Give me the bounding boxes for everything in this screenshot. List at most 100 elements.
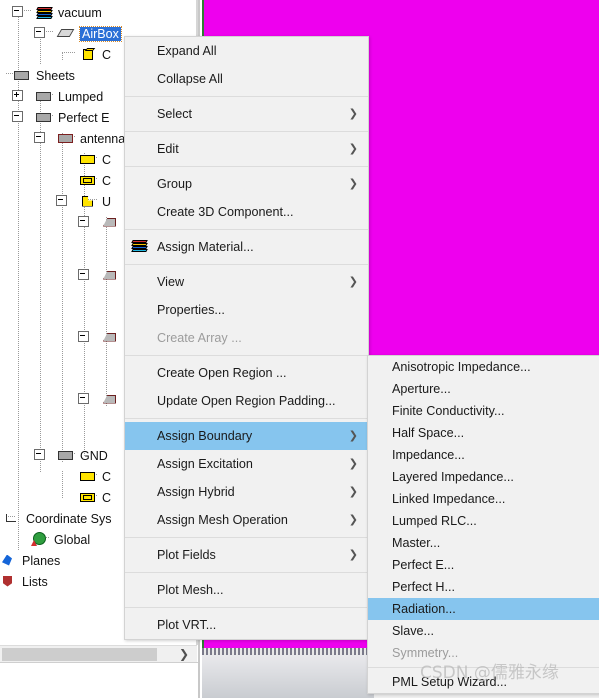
tree-item-planes[interactable]: Planes xyxy=(0,550,60,571)
axes-icon xyxy=(4,512,21,526)
tree-item-lumped[interactable]: Lumped xyxy=(36,86,103,107)
chevron-right-icon: ❯ xyxy=(348,178,358,190)
tree-toggle-solid-2[interactable] xyxy=(78,269,89,280)
menu-item-update-open-region-padding[interactable]: Update Open Region Padding... xyxy=(125,387,368,415)
tree-toggle-solid-1[interactable] xyxy=(78,216,89,227)
scroll-right-arrow[interactable]: ❯ xyxy=(179,647,189,661)
tree-item-label: C xyxy=(102,173,112,188)
tree-item-lists[interactable]: Lists xyxy=(0,571,48,592)
tree-item-gnd-child-1[interactable]: C xyxy=(80,466,111,487)
tree-toggle-perfect-e[interactable] xyxy=(12,111,23,122)
menu-item-assign-excitation[interactable]: Assign Excitation ❯ xyxy=(125,450,368,478)
solid-object-icon xyxy=(102,269,119,283)
menu-item-select[interactable]: Select ❯ xyxy=(125,100,368,128)
submenu-item-label: Symmetry... xyxy=(392,646,459,660)
tree-item-airbox-child[interactable]: C xyxy=(80,44,111,65)
submenu-item-label: Master... xyxy=(392,536,441,550)
scrollbar-thumb[interactable] xyxy=(2,648,157,661)
menu-item-label: Edit xyxy=(157,142,179,156)
solid-object-icon xyxy=(102,331,119,345)
tree-item-solid-4[interactable] xyxy=(102,389,124,410)
assign-boundary-submenu[interactable]: Anisotropic Impedance... Aperture... Fin… xyxy=(367,355,599,694)
tree-item-perfect-e[interactable]: Perfect E xyxy=(36,107,109,128)
menu-item-label: Assign Excitation xyxy=(157,457,253,471)
tree-item-label: C xyxy=(102,47,112,62)
chevron-right-icon: ❯ xyxy=(348,430,358,442)
submenu-item-label: Finite Conductivity... xyxy=(392,404,505,418)
submenu-item-master[interactable]: Master... xyxy=(368,532,599,554)
menu-item-plot-mesh[interactable]: Plot Mesh... xyxy=(125,576,368,604)
tree-item-label: Lumped xyxy=(58,89,104,104)
submenu-item-label: PML Setup Wizard... xyxy=(392,675,508,689)
tree-horizontal-scrollbar[interactable]: ❯ xyxy=(0,645,197,663)
context-menu[interactable]: Expand All Collapse All Select ❯ Edit ❯ … xyxy=(124,36,369,640)
menu-item-expand-all[interactable]: Expand All xyxy=(125,37,368,65)
submenu-item-impedance[interactable]: Impedance... xyxy=(368,444,599,466)
menu-item-label: Plot Fields xyxy=(157,548,216,562)
menu-item-collapse-all[interactable]: Collapse All xyxy=(125,65,368,93)
tree-toggle-antenna[interactable] xyxy=(34,132,45,143)
tree-item-airbox[interactable]: AirBox xyxy=(56,23,122,44)
tree-item-vacuum[interactable]: vacuum xyxy=(36,2,102,23)
tree-item-antenna[interactable]: antenna xyxy=(58,128,125,149)
tree-item-gnd-child-2[interactable]: C xyxy=(80,487,111,508)
menu-item-label: Select xyxy=(157,107,193,121)
menu-item-label: Assign Hybrid xyxy=(157,485,235,499)
submenu-item-slave[interactable]: Slave... xyxy=(368,620,599,642)
menu-item-properties[interactable]: Properties... xyxy=(125,296,368,324)
submenu-item-linked-impedance[interactable]: Linked Impedance... xyxy=(368,488,599,510)
menu-item-create-3d-component[interactable]: Create 3D Component... xyxy=(125,198,368,226)
menu-item-label: View xyxy=(157,275,185,289)
menu-item-plot-fields[interactable]: Plot Fields ❯ xyxy=(125,541,368,569)
tree-item-antenna-child-1[interactable]: C xyxy=(80,149,111,170)
menu-item-view[interactable]: View ❯ xyxy=(125,268,368,296)
tree-item-solid-3[interactable] xyxy=(102,327,124,348)
menu-separator xyxy=(125,166,368,167)
menu-separator xyxy=(125,418,368,419)
submenu-item-label: Perfect H... xyxy=(392,580,455,594)
viewport-resize-hatch[interactable] xyxy=(202,648,374,655)
menu-item-assign-material[interactable]: Assign Material... xyxy=(125,233,368,261)
menu-item-group[interactable]: Group ❯ xyxy=(125,170,368,198)
tree-toggle-gnd[interactable] xyxy=(34,449,45,460)
menu-item-plot-vrt[interactable]: Plot VRT... xyxy=(125,611,368,639)
menu-item-assign-mesh-operation[interactable]: Assign Mesh Operation ❯ xyxy=(125,506,368,534)
submenu-item-radiation[interactable]: Radiation... xyxy=(368,598,599,620)
submenu-item-pml-setup-wizard[interactable]: PML Setup Wizard... xyxy=(368,671,599,693)
tree-toggle-airbox[interactable] xyxy=(34,27,45,38)
submenu-item-finite-conductivity[interactable]: Finite Conductivity... xyxy=(368,400,599,422)
submenu-item-perfect-h[interactable]: Perfect H... xyxy=(368,576,599,598)
tree-item-solid-2[interactable] xyxy=(102,265,124,286)
tree-toggle-solid-4[interactable] xyxy=(78,393,89,404)
tree-item-u-shape[interactable]: U xyxy=(80,191,111,212)
tree-toggle-u-shape[interactable] xyxy=(56,195,67,206)
material-books-icon xyxy=(131,240,148,254)
tree-toggle-solid-3[interactable] xyxy=(78,331,89,342)
menu-separator xyxy=(125,572,368,573)
tree-item-solid-1[interactable] xyxy=(102,212,124,233)
menu-item-create-open-region[interactable]: Create Open Region ... xyxy=(125,359,368,387)
tree-toggle-lumped[interactable] xyxy=(12,90,23,101)
tree-item-sheets[interactable]: Sheets xyxy=(14,65,75,86)
menu-item-assign-hybrid[interactable]: Assign Hybrid ❯ xyxy=(125,478,368,506)
tree-item-coordinate-systems[interactable]: Coordinate Sys xyxy=(4,508,111,529)
tree-toggle-vacuum[interactable] xyxy=(12,6,23,17)
tree-item-antenna-child-2[interactable]: C xyxy=(80,170,111,191)
menu-item-edit[interactable]: Edit ❯ xyxy=(125,135,368,163)
submenu-item-layered-impedance[interactable]: Layered Impedance... xyxy=(368,466,599,488)
tree-item-global[interactable]: Global xyxy=(30,529,90,550)
submenu-item-perfect-e[interactable]: Perfect E... xyxy=(368,554,599,576)
yellow-sheet-icon xyxy=(80,470,97,483)
submenu-item-anisotropic-impedance[interactable]: Anisotropic Impedance... xyxy=(368,356,599,378)
chevron-right-icon: ❯ xyxy=(348,486,358,498)
chevron-right-icon: ❯ xyxy=(348,143,358,155)
submenu-item-label: Anisotropic Impedance... xyxy=(392,360,531,374)
submenu-item-half-space[interactable]: Half Space... xyxy=(368,422,599,444)
submenu-item-lumped-rlc[interactable]: Lumped RLC... xyxy=(368,510,599,532)
menu-separator xyxy=(125,537,368,538)
menu-item-assign-boundary[interactable]: Assign Boundary ❯ xyxy=(125,422,368,450)
chevron-right-icon: ❯ xyxy=(348,276,358,288)
planes-icon xyxy=(0,554,17,568)
submenu-item-aperture[interactable]: Aperture... xyxy=(368,378,599,400)
tree-item-gnd[interactable]: GND xyxy=(58,445,108,466)
